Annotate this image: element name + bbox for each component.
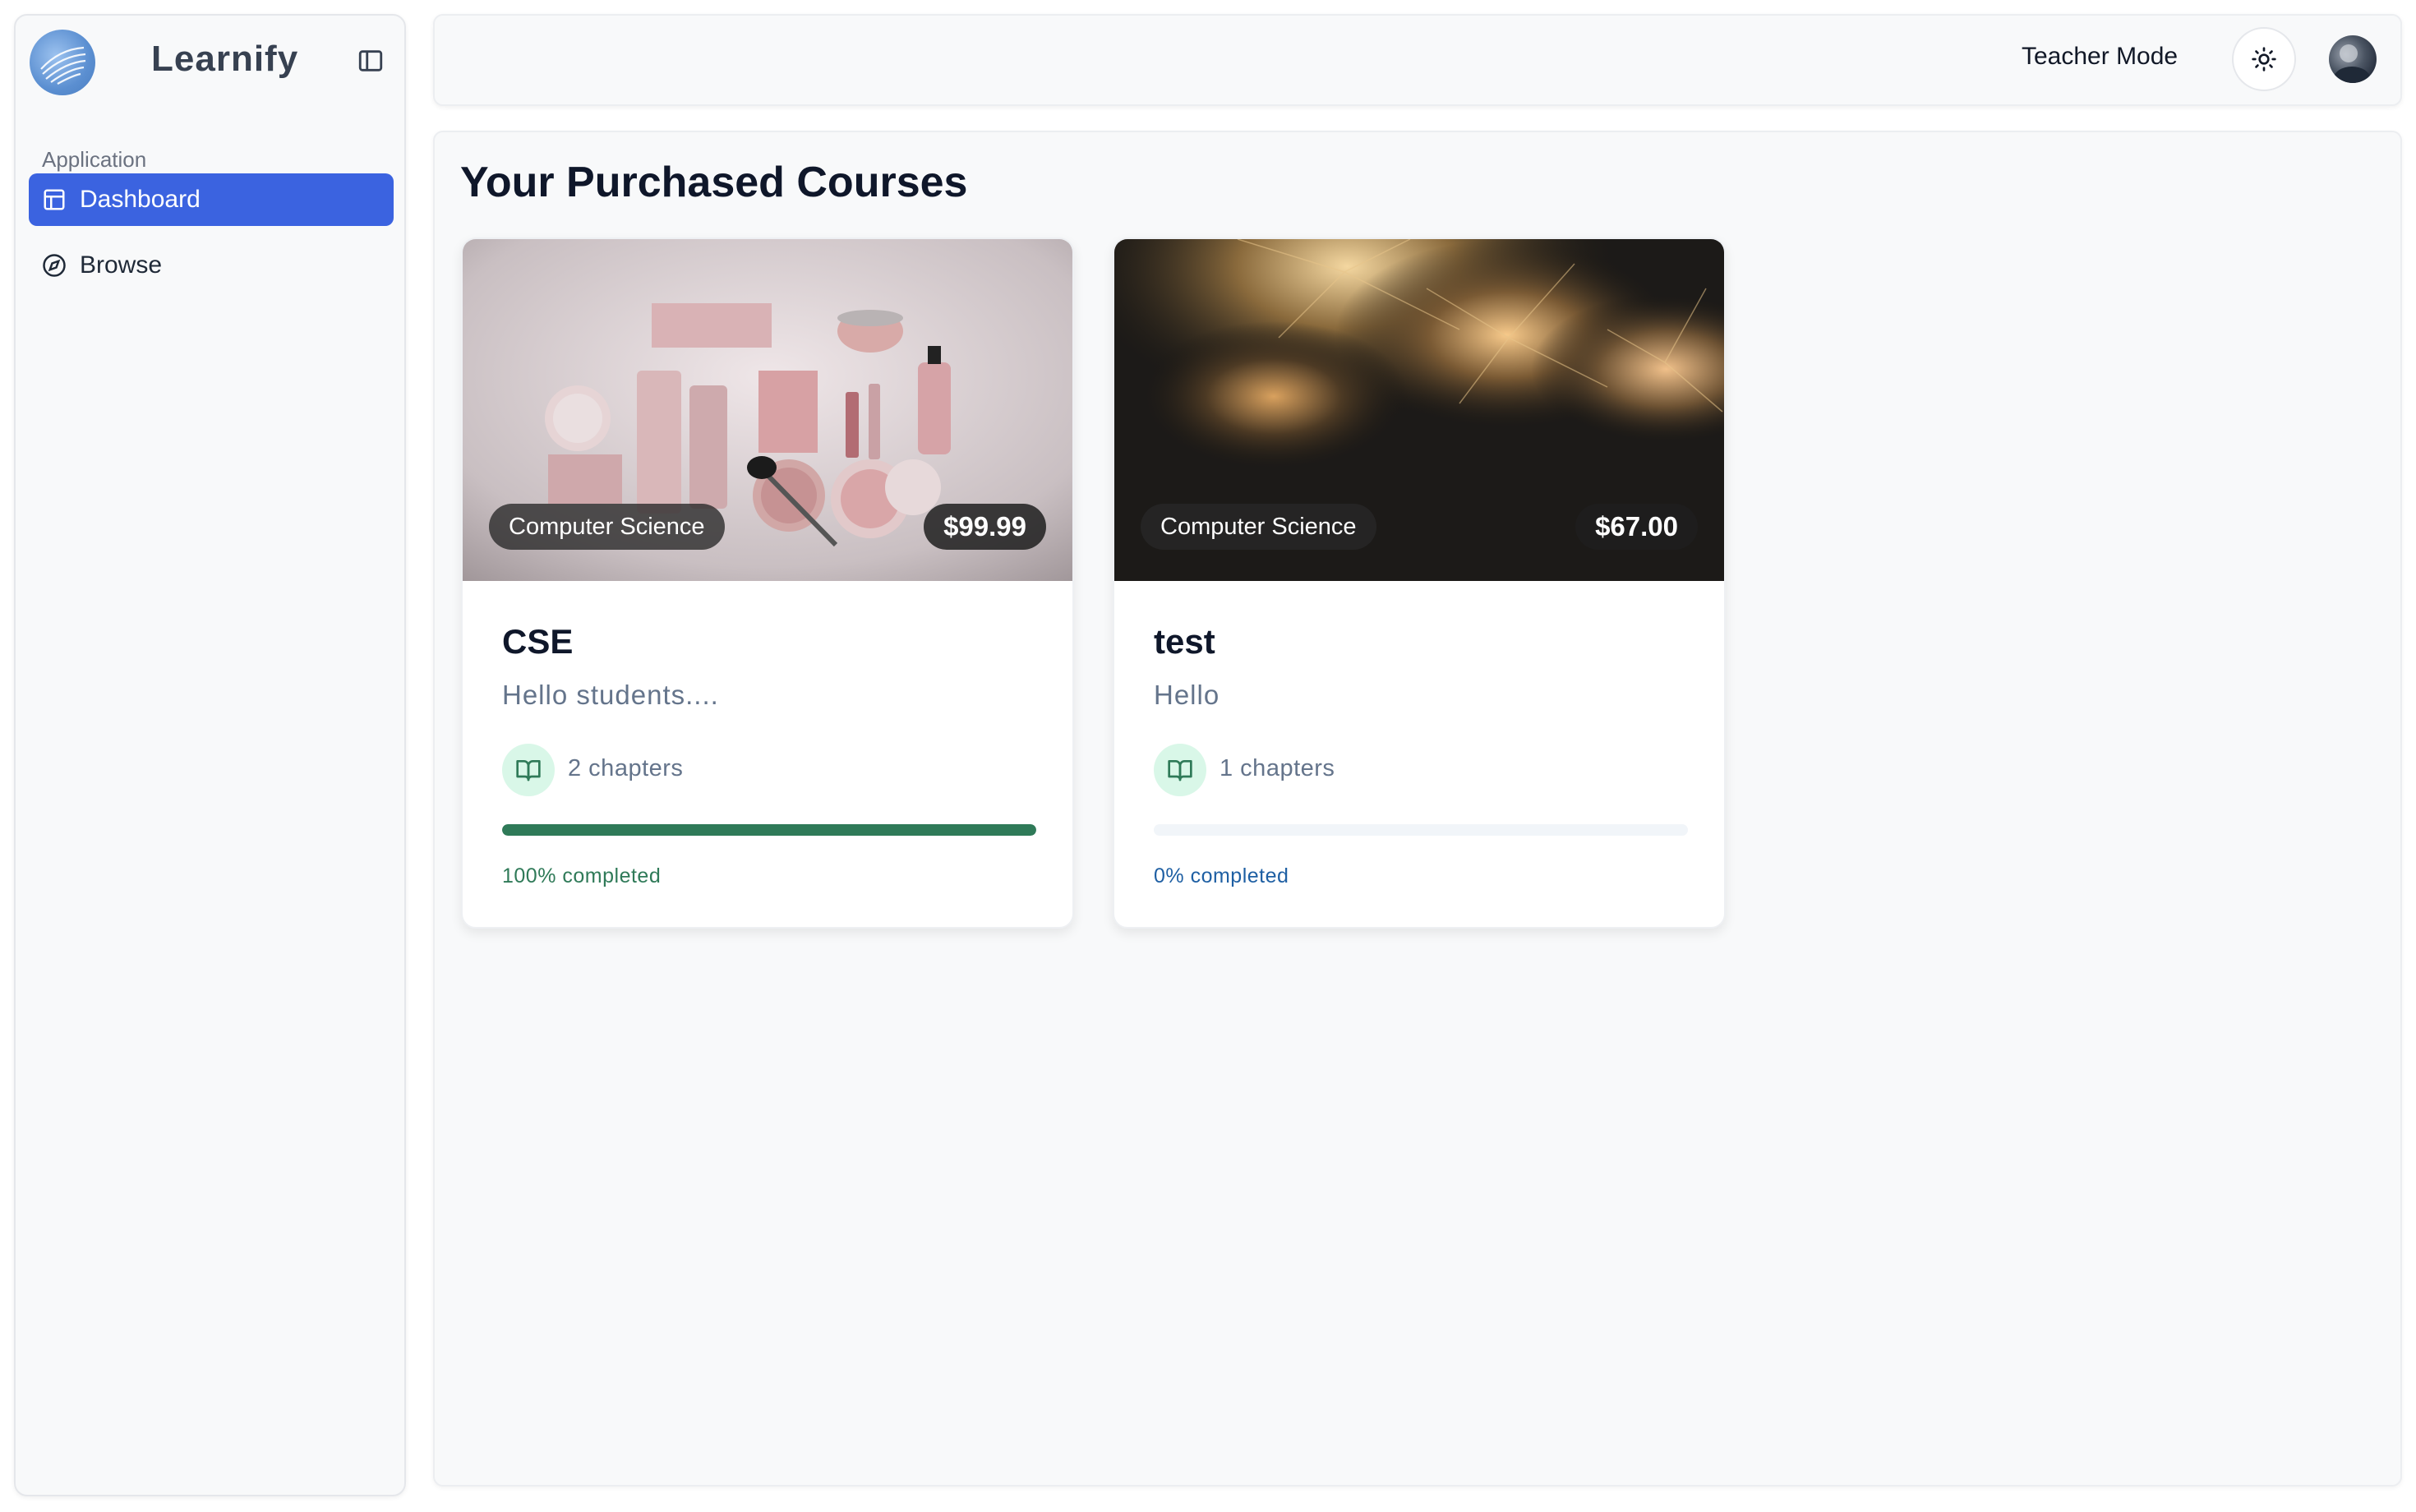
chapter-count: 1 chapters	[1220, 755, 1335, 781]
sidebar-item-label: Dashboard	[80, 186, 201, 213]
course-card[interactable]: Computer Science $67.00 test Hello 1 cha…	[1113, 237, 1726, 929]
theme-toggle-button[interactable]	[2232, 27, 2296, 91]
layout-icon	[42, 187, 67, 212]
chapter-count: 2 chapters	[568, 755, 684, 781]
book-icon	[502, 744, 555, 796]
course-title: test	[1154, 622, 1215, 661]
sidebar-item-browse[interactable]: Browse	[29, 239, 394, 292]
category-badge: Computer Science	[1141, 504, 1376, 550]
progress-bar	[502, 824, 1036, 836]
sidebar-item-label: Browse	[80, 251, 163, 279]
progress-label: 100% completed	[502, 864, 662, 887]
brand-name: Learnify	[151, 39, 299, 79]
category-badge: Computer Science	[489, 504, 725, 550]
sun-icon	[2252, 47, 2276, 71]
compass-icon	[42, 253, 67, 278]
course-title: CSE	[502, 622, 574, 661]
brand-logo	[30, 30, 95, 95]
price-badge: $67.00	[1575, 504, 1698, 550]
teacher-mode-button[interactable]: Teacher Mode	[2022, 43, 2178, 71]
page-title: Your Purchased Courses	[460, 159, 968, 206]
progress-fill	[502, 824, 1036, 836]
sidebar-item-dashboard[interactable]: Dashboard	[29, 173, 394, 226]
course-description: Hello	[1154, 680, 1220, 710]
progress-label: 0% completed	[1154, 864, 1289, 887]
course-card[interactable]: Computer Science $99.99 CSE Hello studen…	[461, 237, 1074, 929]
avatar[interactable]	[2329, 35, 2377, 83]
section-label: Application	[42, 147, 147, 172]
price-badge: $99.99	[924, 504, 1046, 550]
progress-bar	[1154, 824, 1688, 836]
book-icon	[1154, 744, 1206, 796]
course-description: Hello students....	[502, 680, 719, 710]
sidebar: Learnify Application Dashboard Browse	[14, 14, 406, 1496]
sidebar-toggle-icon[interactable]	[357, 47, 385, 75]
